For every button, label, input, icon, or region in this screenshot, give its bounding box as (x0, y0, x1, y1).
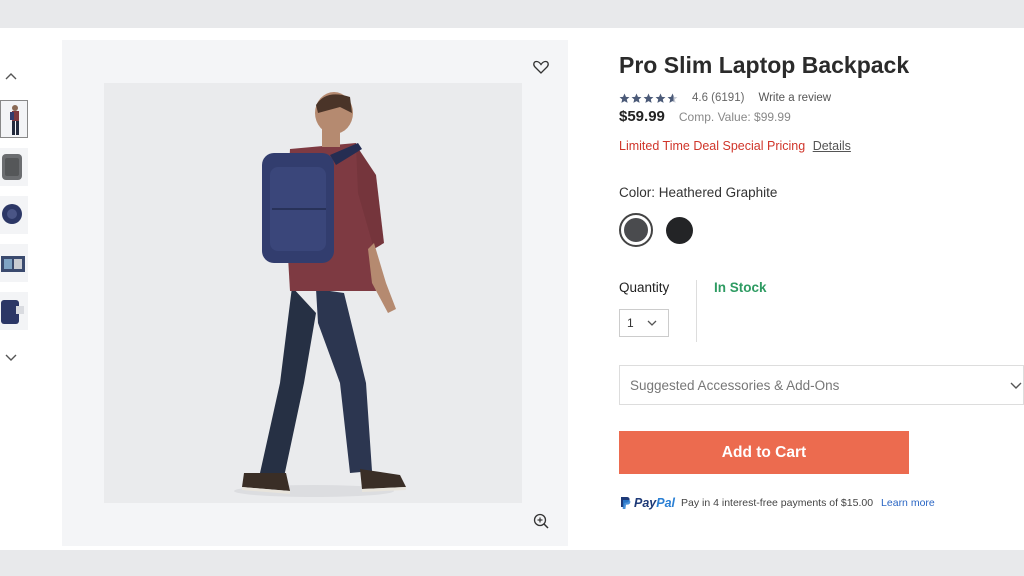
thumbnail-image (2, 204, 22, 224)
thumbnail-3[interactable] (0, 196, 28, 234)
color-row: Color: Heathered Graphite (619, 185, 777, 200)
chevron-down-icon[interactable] (4, 350, 18, 364)
thumbnail-5[interactable] (0, 292, 28, 330)
accessories-label: Suggested Accessories & Add-Ons (630, 377, 840, 393)
accessories-dropdown[interactable]: Suggested Accessories & Add-Ons (619, 365, 1024, 405)
main-image-panel (62, 40, 568, 546)
thumbnail-4[interactable] (0, 244, 28, 282)
chevron-down-icon (646, 317, 658, 329)
thumbnail-2[interactable] (0, 148, 28, 186)
paypal-learn-more-link[interactable]: Learn more (881, 497, 935, 509)
paypal-icon (621, 497, 631, 509)
rating-text: 4.6 (6191) (692, 92, 745, 104)
add-to-cart-button[interactable]: Add to Cart (619, 431, 909, 474)
thumbnail-image (2, 154, 22, 180)
comp-value: Comp. Value: $99.99 (678, 110, 791, 124)
price-row: $59.99 Comp. Value: $99.99 (619, 108, 791, 125)
swatch-fill (624, 218, 648, 242)
star-icon (619, 93, 630, 103)
product-image (104, 83, 522, 503)
thumbnail-1[interactable] (0, 100, 28, 138)
paypal-installments-text: Pay in 4 interest-free payments of $15.0… (681, 497, 874, 509)
paypal-banner: PayPal Pay in 4 interest-free payments o… (619, 496, 935, 510)
thumbnail-image (1, 300, 24, 324)
bottom-strip (0, 550, 1024, 576)
paypal-logo-pal: Pal (656, 496, 676, 510)
rating-row: 4.6 (6191) Write a review (619, 91, 831, 105)
product-title: Pro Slim Laptop Backpack (619, 52, 910, 78)
deal-text: Limited Time Deal Special Pricing (619, 139, 806, 153)
quantity-value: 1 (627, 316, 634, 330)
quantity-label: Quantity (619, 280, 670, 295)
write-review-link[interactable]: Write a review (758, 92, 831, 104)
paypal-logo: PayPal (619, 496, 675, 510)
star-icon (655, 93, 666, 103)
thumbnail-image (10, 105, 19, 135)
price: $59.99 (619, 108, 665, 125)
chevron-down-icon (1009, 378, 1023, 392)
star-icon (631, 93, 642, 103)
zoom-in-icon[interactable] (532, 512, 550, 530)
stock-status: In Stock (714, 280, 767, 295)
deal-details-link[interactable]: Details (813, 139, 851, 153)
star-rating (619, 93, 678, 104)
quantity-select[interactable]: 1 (619, 309, 669, 337)
paypal-logo-pay: Pay (634, 496, 657, 510)
color-swatch-heathered-graphite[interactable] (619, 213, 653, 247)
chevron-up-icon[interactable] (4, 70, 18, 84)
deal-banner: Limited Time Deal Special Pricing Detail… (619, 139, 851, 153)
man-with-backpack-illustration (234, 92, 406, 497)
thumbnail-image (1, 256, 25, 272)
product-page: Pro Slim Laptop Backpack 4.6 (6191) Writ… (0, 28, 1024, 550)
color-swatch-black[interactable] (666, 217, 693, 244)
heart-icon[interactable] (532, 58, 550, 76)
star-icon (667, 93, 678, 103)
color-selected-name: Heathered Graphite (658, 185, 778, 200)
color-label: Color: (619, 185, 656, 200)
top-strip (0, 0, 1024, 28)
divider (696, 280, 697, 342)
star-icon (643, 93, 654, 103)
